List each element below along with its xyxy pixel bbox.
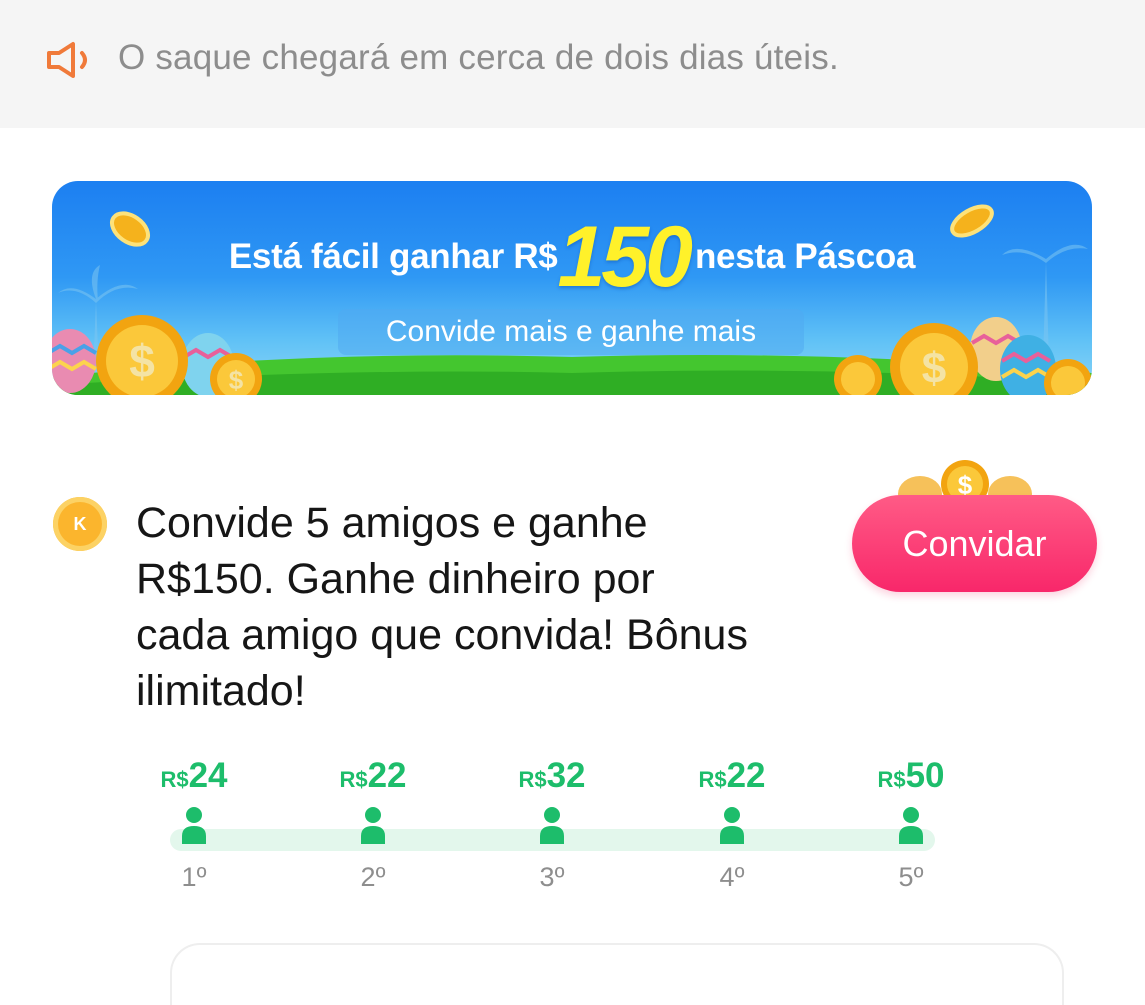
notice-bar: O saque chegará em cerca de dois dias út… bbox=[0, 0, 1145, 128]
reward-amount: R$22 bbox=[632, 756, 832, 796]
reward-value: 22 bbox=[367, 756, 407, 795]
reward-value: 22 bbox=[726, 756, 766, 795]
reward-currency: R$ bbox=[160, 767, 189, 792]
headline-text-after: nesta Páscoa bbox=[694, 237, 916, 276]
svg-text:$: $ bbox=[229, 365, 244, 395]
person-icon bbox=[182, 807, 206, 844]
person-icon bbox=[361, 807, 385, 844]
notice-text: O saque chegará em cerca de dois dias út… bbox=[118, 38, 839, 77]
person-icon bbox=[899, 807, 923, 844]
step-ordinal: 5º bbox=[898, 862, 924, 892]
reward-value: 32 bbox=[546, 756, 586, 795]
svg-text:$: $ bbox=[129, 335, 155, 387]
reward-currency: R$ bbox=[698, 767, 727, 792]
reward-amount: R$32 bbox=[452, 756, 652, 796]
promo-banner[interactable]: $ $ $ Está fácil ganhar R$150 nesta Pásco… bbox=[52, 181, 1092, 395]
invite-button[interactable]: Convidar bbox=[852, 495, 1097, 592]
step-ordinal: 4º bbox=[719, 862, 745, 892]
k-coin-badge-icon: K bbox=[53, 497, 107, 551]
reward-value: 50 bbox=[905, 756, 945, 795]
step-ordinal: 3º bbox=[539, 862, 565, 892]
invite-description: Convide 5 amigos e ganhe R$150. Ganhe di… bbox=[136, 499, 748, 715]
step-ordinal: 1º bbox=[181, 862, 207, 892]
svg-text:$: $ bbox=[922, 344, 946, 393]
step-ordinal: 2º bbox=[360, 862, 386, 892]
headline-text-before: Está fácil ganhar R$ bbox=[228, 237, 558, 276]
reward-amount: R$50 bbox=[811, 756, 1011, 796]
reward-currency: R$ bbox=[339, 767, 368, 792]
reward-currency: R$ bbox=[877, 767, 906, 792]
reward-currency: R$ bbox=[518, 767, 547, 792]
reward-amount: R$22 bbox=[273, 756, 473, 796]
person-icon bbox=[720, 807, 744, 844]
headline-amount: 150 bbox=[557, 209, 692, 305]
person-icon bbox=[540, 807, 564, 844]
bottom-card bbox=[170, 943, 1064, 1005]
banner-headline: Está fácil ganhar R$150 nesta Páscoa bbox=[52, 207, 1092, 307]
reward-amount: R$24 bbox=[94, 756, 294, 796]
badge-letter: K bbox=[73, 514, 87, 534]
speaker-icon bbox=[47, 42, 87, 78]
reward-value: 24 bbox=[188, 756, 228, 795]
banner-subtitle: Convide mais e ganhe mais bbox=[338, 309, 804, 355]
